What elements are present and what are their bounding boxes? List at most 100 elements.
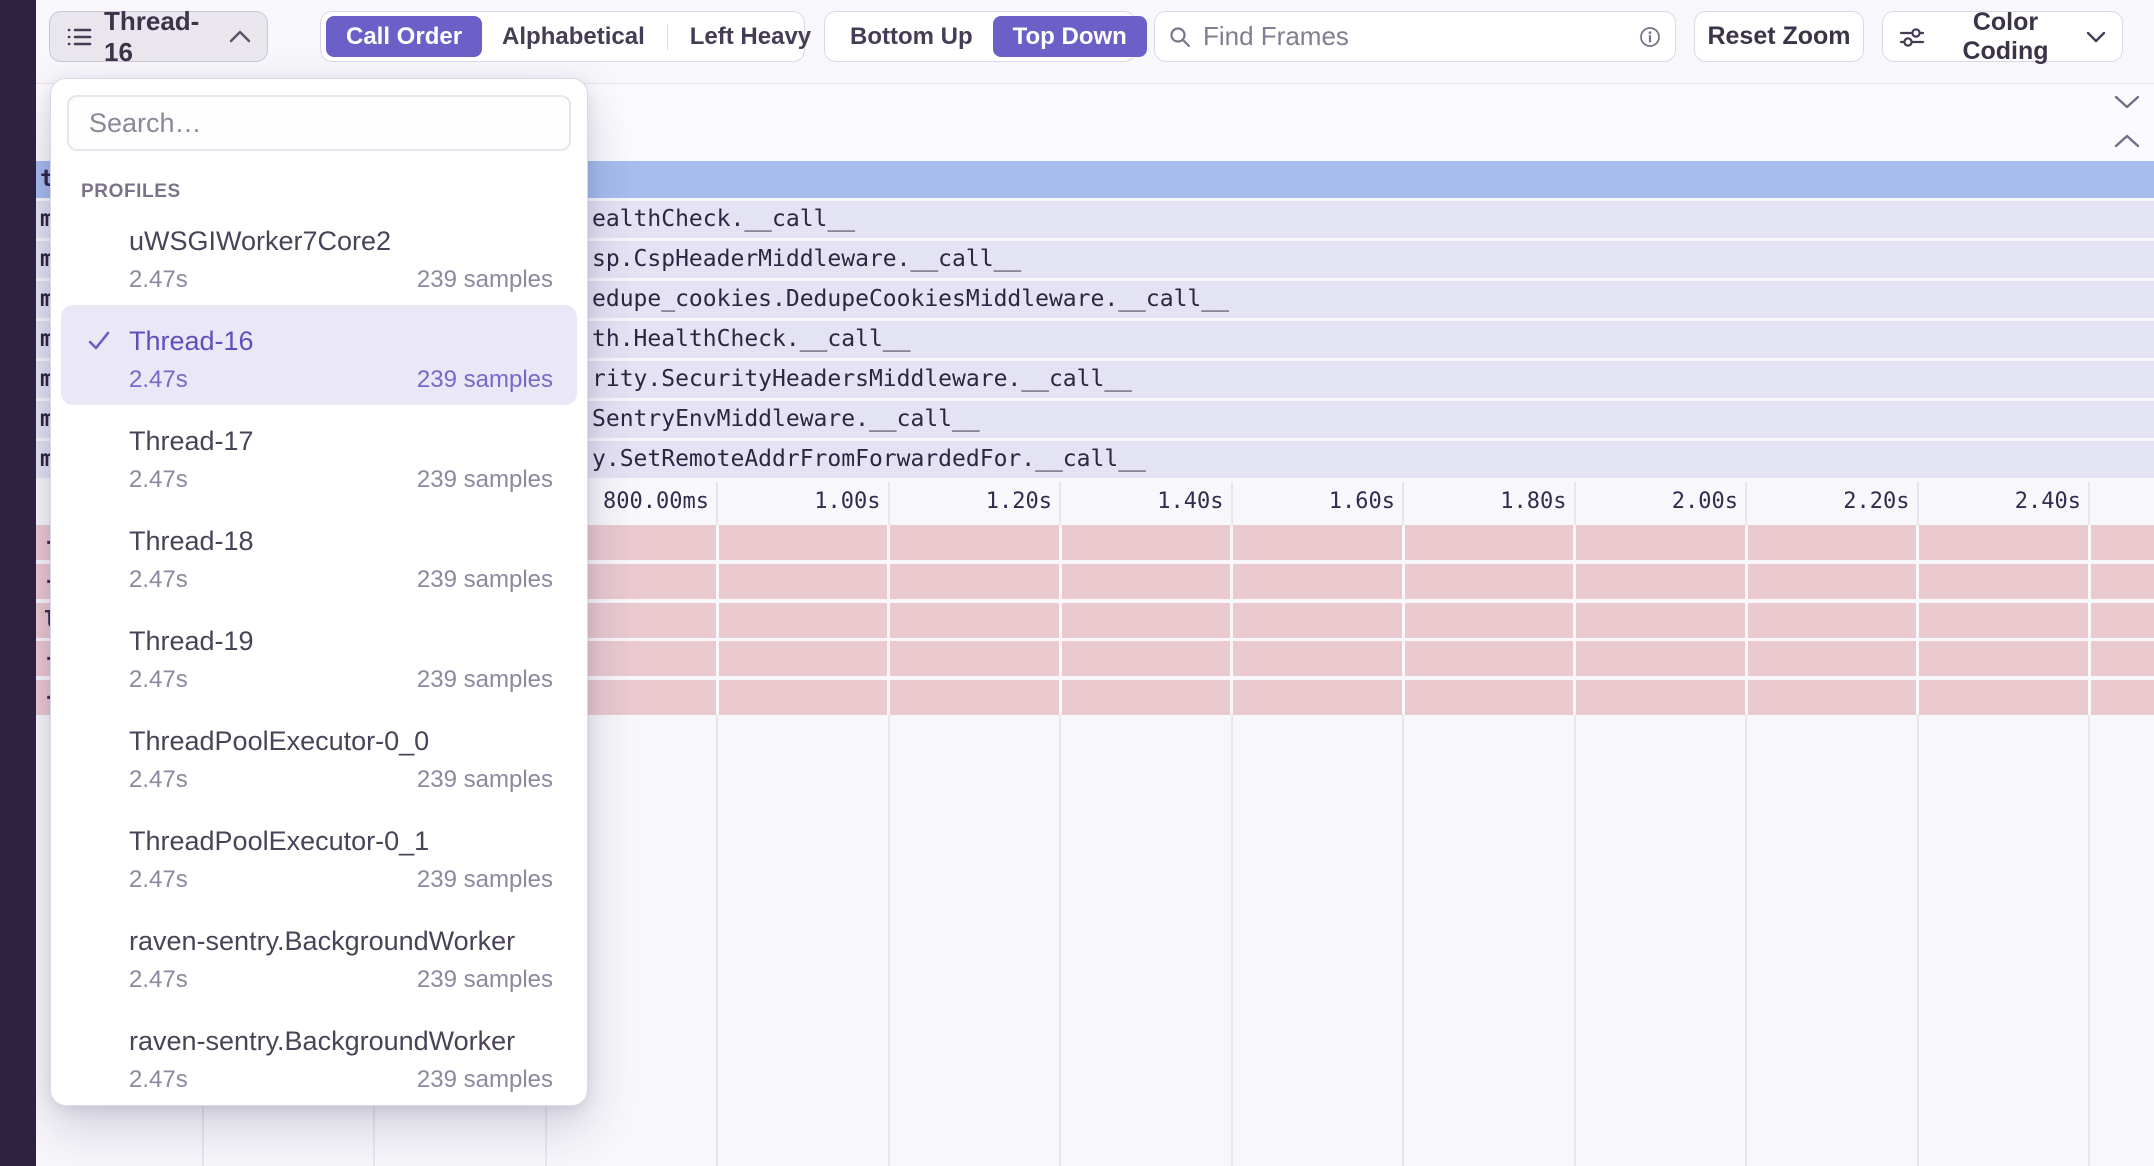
profile-option[interactable]: raven-sentry.BackgroundWorker2.47s239 sa…	[61, 905, 577, 1005]
gridline	[888, 482, 890, 525]
sort-option-call-order[interactable]: Call Order	[326, 16, 482, 57]
segment-divider	[667, 24, 668, 50]
toolbar: Thread-16 Call OrderAlphabeticalLeft Hea…	[0, 0, 2154, 72]
profile-sample-count: 239 samples	[417, 665, 553, 695]
time-axis-tick: 1.80s	[1500, 482, 1566, 522]
time-axis-tick: 2.20s	[1843, 482, 1909, 522]
flamegraph-collapse-button[interactable]	[2114, 134, 2140, 148]
thread-selector-label: Thread-16	[104, 6, 217, 68]
app-sidebar-strip	[0, 0, 36, 1166]
time-axis-tick: 2.00s	[1672, 482, 1738, 522]
profile-option[interactable]: uWSGIWorker7Core22.47s239 samples	[61, 205, 577, 305]
profiler-flamegraph-app: tmealthCheck.__call__msp.CspHeaderMiddle…	[0, 0, 2154, 1166]
info-icon	[1639, 26, 1661, 48]
gridline	[1059, 482, 1061, 525]
direction-segmented-control: Bottom UpTop Down	[824, 11, 1136, 62]
search-icon	[1169, 26, 1191, 48]
profile-name: Thread-18	[129, 525, 553, 557]
gridline	[716, 482, 718, 525]
gridline	[1745, 715, 1747, 1166]
profiles-section-label: PROFILES	[81, 181, 181, 203]
profile-sample-count: 239 samples	[417, 465, 553, 495]
profile-option[interactable]: Thread-192.47s239 samples	[61, 605, 577, 705]
frame-label: th.HealthCheck.__call__	[592, 321, 911, 358]
gridline	[1916, 525, 1919, 715]
profile-meta: 2.47s239 samples	[129, 265, 553, 295]
color-coding-label: Color Coding	[1935, 8, 2076, 66]
gridline	[1917, 715, 1919, 1166]
profile-meta: 2.47s 239 samples	[129, 665, 553, 695]
profile-meta: 2.47s 239 samples	[129, 465, 553, 495]
gridline	[716, 715, 718, 1166]
gridline	[1917, 482, 1919, 525]
frame-label: edupe_cookies.DedupeCookiesMiddleware.__…	[592, 281, 1229, 318]
profile-option[interactable]: ThreadPoolExecutor-0_12.47s239 samples	[61, 805, 577, 905]
profile-duration: 2.47s	[129, 965, 188, 995]
gridline	[2088, 525, 2091, 715]
gridline	[1573, 525, 1576, 715]
profile-option[interactable]: Thread-18 2.47s 239 samples	[61, 505, 577, 605]
profile-sample-count: 239 samples	[417, 1065, 553, 1095]
color-coding-button[interactable]: Color Coding	[1882, 11, 2123, 62]
profile-option[interactable]: Thread-17 2.47s 239 samples	[61, 405, 577, 505]
profile-name: ThreadPoolExecutor-0_0	[129, 725, 553, 757]
profile-sample-count: 239 samples	[417, 565, 553, 595]
time-axis-tick: 1.60s	[1329, 482, 1395, 522]
time-axis-tick: 1.20s	[986, 482, 1052, 522]
profile-search-box	[67, 95, 571, 151]
gridline	[716, 525, 719, 715]
check-icon	[87, 329, 111, 353]
sort-option-alphabetical[interactable]: Alphabetical	[482, 16, 665, 57]
gridline	[1745, 525, 1748, 715]
chevron-down-icon	[2086, 30, 2106, 44]
time-axis-tick: 800.00ms	[603, 482, 709, 522]
chevron-down-icon	[2114, 95, 2140, 109]
chevron-up-icon	[2114, 134, 2140, 148]
profile-option[interactable]: Thread-162.47s239 samples	[61, 305, 577, 405]
direction-option-bottom-up[interactable]: Bottom Up	[830, 16, 993, 57]
profile-option[interactable]: raven-sentry.BackgroundWorker2.47s239 sa…	[61, 1005, 577, 1105]
thread-selector-button[interactable]: Thread-16	[49, 11, 268, 62]
profile-name: Thread-17	[129, 425, 553, 457]
frame-label: sp.CspHeaderMiddleware.__call__	[592, 241, 1021, 278]
reset-zoom-button[interactable]: Reset Zoom	[1694, 11, 1864, 62]
profile-duration: 2.47s	[129, 365, 188, 395]
gridline	[887, 525, 890, 715]
list-icon	[66, 24, 92, 50]
sort-order-segmented-control: Call OrderAlphabeticalLeft Heavy	[320, 11, 805, 62]
gridline	[1574, 482, 1576, 525]
profile-option[interactable]: ThreadPoolExecutor-0_02.47s239 samples	[61, 705, 577, 805]
sort-option-left-heavy[interactable]: Left Heavy	[670, 16, 831, 57]
gridline	[1231, 715, 1233, 1166]
direction-option-top-down[interactable]: Top Down	[993, 16, 1147, 57]
gridline	[1402, 715, 1404, 1166]
frame-label: rity.SecurityHeadersMiddleware.__call__	[592, 361, 1132, 398]
gridline	[1402, 525, 1405, 715]
find-frames-searchbox	[1154, 11, 1676, 62]
frame-label: ealthCheck.__call__	[592, 201, 855, 238]
minimap-collapse-button[interactable]	[2114, 95, 2140, 109]
profile-duration: 2.47s	[129, 665, 188, 695]
gridline	[1402, 482, 1404, 525]
profile-search-input[interactable]	[87, 107, 551, 140]
profile-duration: 2.47s	[129, 465, 188, 495]
profile-sample-count: 239 samples	[417, 265, 553, 295]
time-axis-tick: 2.40s	[2015, 482, 2081, 522]
profile-dropdown-panel: PROFILES uWSGIWorker7Core22.47s239 sampl…	[50, 78, 588, 1106]
profile-meta: 2.47s239 samples	[129, 1065, 553, 1095]
time-axis-tick: 1.40s	[1157, 482, 1223, 522]
profile-sample-count: 239 samples	[417, 365, 553, 395]
profile-meta: 2.47s239 samples	[129, 965, 553, 995]
profile-duration: 2.47s	[129, 865, 188, 895]
profile-meta: 2.47s 239 samples	[129, 565, 553, 595]
profile-sample-count: 239 samples	[417, 765, 553, 795]
gridline	[1231, 482, 1233, 525]
gridline	[1059, 525, 1062, 715]
gridline	[2088, 482, 2090, 525]
frame-label: y.SetRemoteAddrFromForwardedFor.__call__	[592, 441, 1146, 478]
profile-duration: 2.47s	[129, 565, 188, 595]
gridline	[1059, 715, 1061, 1166]
find-frames-input[interactable]	[1201, 20, 1629, 53]
gridline	[1745, 482, 1747, 525]
profile-sample-count: 239 samples	[417, 865, 553, 895]
